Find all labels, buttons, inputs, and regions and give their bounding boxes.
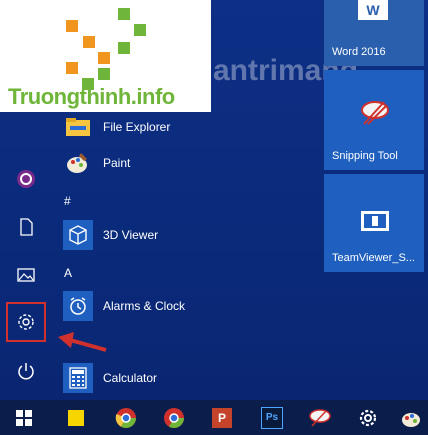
taskbar-settings[interactable] (352, 403, 384, 433)
red-arrow-icon (58, 332, 107, 352)
settings-icon (359, 409, 377, 427)
tile-label: Word 2016 (332, 46, 386, 58)
tile-label: Snipping Tool (332, 150, 398, 162)
account-button[interactable] (6, 159, 46, 199)
settings-icon (18, 314, 34, 330)
power-button[interactable] (6, 351, 46, 391)
documents-button[interactable] (6, 207, 46, 247)
start-menu: Truongthinh.info antrimang File Explorer… (0, 0, 428, 400)
document-icon (20, 218, 33, 236)
cube-icon (63, 220, 93, 250)
photoshop-icon: Ps (261, 407, 283, 429)
taskbar-paint[interactable] (396, 403, 428, 433)
snipping-tool-icon (309, 409, 331, 427)
settings-button[interactable] (6, 302, 46, 342)
section-header-hash[interactable]: # (64, 194, 71, 208)
start-button[interactable] (8, 403, 40, 433)
tile-snipping-tool[interactable]: Snipping Tool (324, 70, 424, 170)
taskbar-chrome[interactable] (110, 403, 142, 433)
teamviewer-icon (360, 210, 390, 235)
paint-icon (402, 413, 420, 427)
calculator-icon (63, 363, 93, 393)
taskbar: P Ps (0, 400, 428, 435)
clock-icon (63, 291, 93, 321)
tile-label: TeamViewer_S... (332, 252, 415, 264)
sticky-notes-icon (68, 410, 84, 426)
app-label: Paint (103, 156, 131, 170)
pictures-icon (17, 268, 35, 282)
section-header-a[interactable]: A (64, 266, 72, 280)
chrome-alt-icon (164, 408, 184, 428)
taskbar-snipping-tool[interactable] (304, 403, 336, 433)
power-icon (18, 363, 34, 380)
app-paint[interactable]: Paint (63, 145, 313, 181)
app-file-explorer[interactable]: File Explorer (63, 109, 313, 145)
chrome-icon (115, 408, 136, 428)
app-label: Calculator (103, 371, 158, 385)
tile-teamviewer[interactable]: TeamViewer_S... (324, 174, 424, 272)
taskbar-photoshop[interactable]: Ps (256, 403, 288, 433)
paint-icon (63, 148, 93, 178)
word-icon: W (358, 0, 388, 20)
powerpoint-icon: P (212, 408, 232, 428)
windows-start-icon (16, 410, 32, 426)
app-alarms-clock[interactable]: Alarms & Clock (63, 288, 313, 324)
pictures-button[interactable] (6, 255, 46, 295)
tile-word-2016[interactable]: W Word 2016 (324, 0, 424, 66)
app-label: File Explorer (103, 120, 171, 134)
taskbar-powerpoint[interactable]: P (206, 403, 238, 433)
app-label: Alarms & Clock (103, 299, 186, 313)
user-icon (17, 170, 35, 188)
taskbar-sticky-notes[interactable] (60, 403, 92, 433)
app-label: 3D Viewer (103, 228, 159, 242)
folder-icon (63, 112, 93, 142)
app-calculator[interactable]: Calculator (63, 360, 313, 396)
scissors-icon (358, 98, 392, 131)
taskbar-chrome-alt[interactable] (158, 403, 190, 433)
app-3d-viewer[interactable]: 3D Viewer (63, 217, 313, 253)
start-left-rail (0, 0, 52, 400)
